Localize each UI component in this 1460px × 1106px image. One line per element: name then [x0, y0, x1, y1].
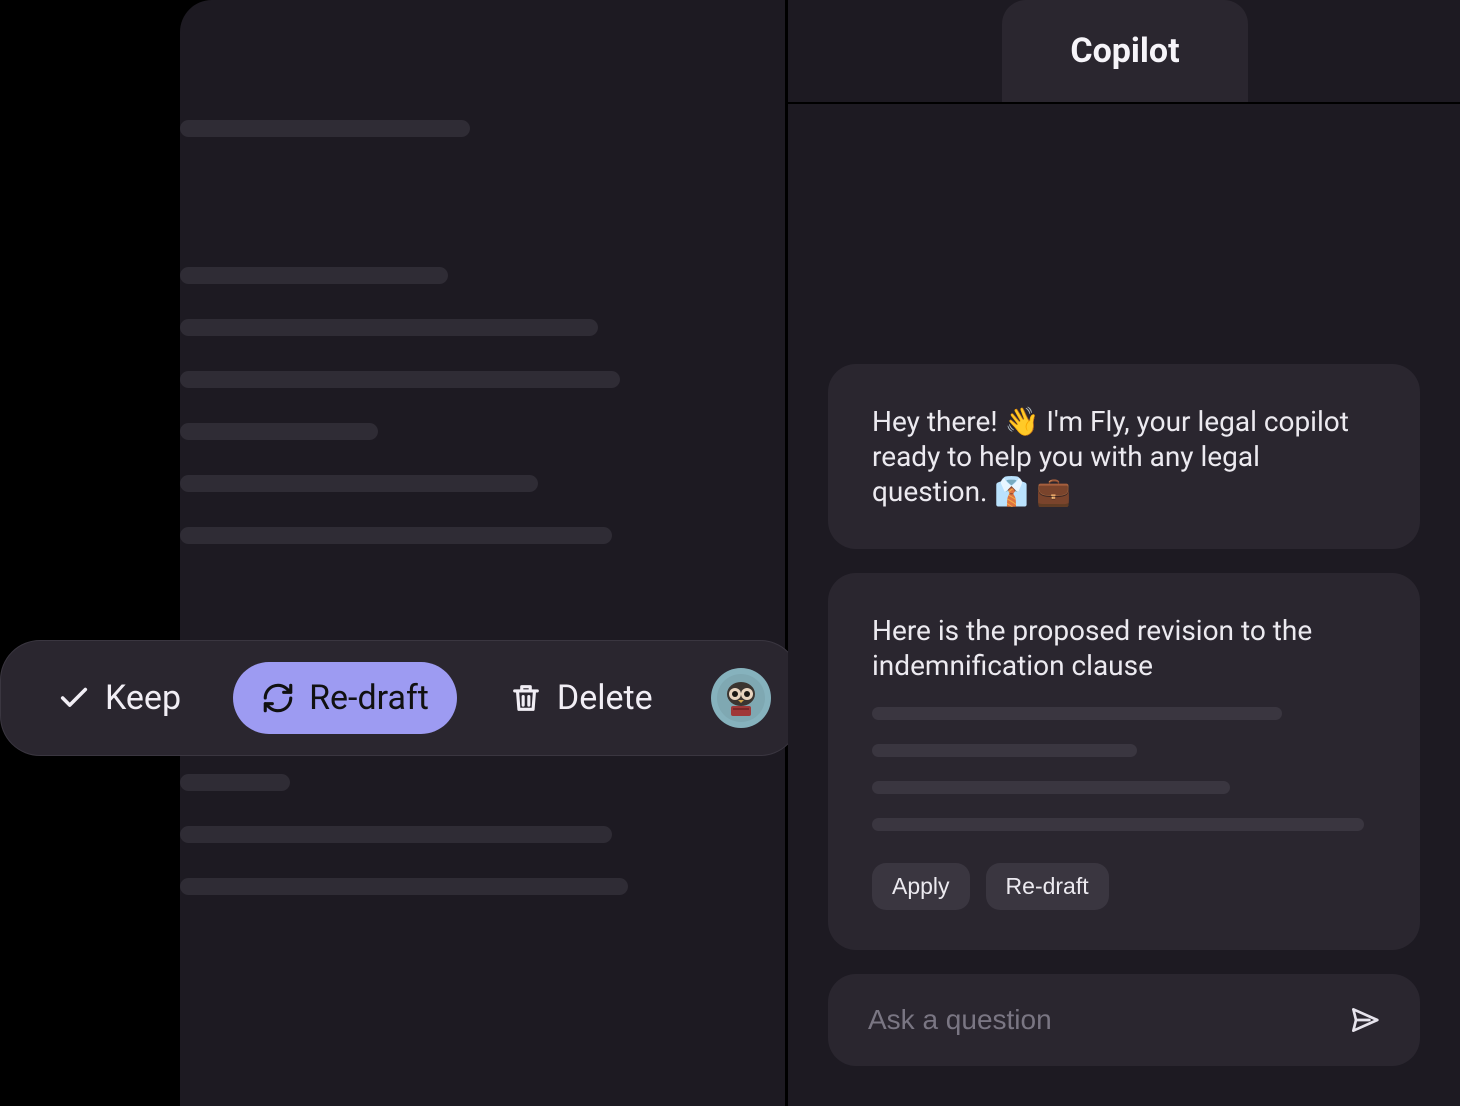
avatar[interactable] [711, 668, 771, 728]
check-icon [57, 681, 91, 715]
app-frame: Keep Re-draft Delete [180, 0, 1460, 1106]
refresh-icon [261, 681, 295, 715]
keep-label: Keep [105, 678, 181, 718]
owl-avatar-icon [717, 674, 765, 722]
text-placeholder [872, 818, 1364, 831]
text-placeholder [872, 744, 1137, 757]
document-panel: Keep Re-draft Delete [180, 0, 788, 1106]
delete-button[interactable]: Delete [481, 662, 681, 734]
message-actions: Apply Re-draft [872, 863, 1376, 910]
text-placeholder [872, 707, 1282, 720]
tab-label: Copilot [1070, 31, 1179, 71]
text-placeholder [180, 826, 612, 843]
chat-message: Here is the proposed revision to the ind… [828, 573, 1420, 950]
redraft-label: Re-draft [309, 678, 429, 718]
trash-icon [509, 681, 543, 715]
text-placeholder [180, 475, 538, 492]
delete-label: Delete [557, 678, 653, 718]
paragraph-placeholder [180, 267, 785, 544]
chat-message: Hey there! 👋 I'm Fly, your legal copilot… [828, 364, 1420, 549]
redraft-button[interactable]: Re-draft [233, 662, 457, 734]
chat-area: Hey there! 👋 I'm Fly, your legal copilot… [788, 102, 1460, 1106]
text-placeholder [180, 120, 470, 137]
redraft-message-button[interactable]: Re-draft [986, 863, 1109, 910]
text-placeholder [872, 781, 1230, 794]
text-placeholder [180, 267, 448, 284]
apply-button[interactable]: Apply [872, 863, 970, 910]
text-placeholder [180, 774, 290, 791]
text-placeholder [180, 371, 620, 388]
tab-copilot[interactable]: Copilot [1002, 0, 1248, 102]
keep-button[interactable]: Keep [29, 662, 209, 734]
send-icon[interactable] [1348, 1004, 1380, 1036]
tab-bar: Copilot [788, 0, 1460, 102]
paragraph-placeholder [180, 120, 785, 137]
paragraph-placeholder [180, 774, 785, 895]
message-text: Here is the proposed revision to the ind… [872, 613, 1376, 683]
text-placeholder [180, 319, 598, 336]
copilot-panel: Copilot Hey there! 👋 I'm Fly, your legal… [788, 0, 1460, 1106]
chat-input[interactable] [868, 1004, 1348, 1036]
inline-edit-toolbar: Keep Re-draft Delete [0, 640, 800, 756]
text-placeholder [180, 878, 628, 895]
text-placeholder [180, 423, 378, 440]
chat-input-row [828, 974, 1420, 1066]
message-text: Hey there! 👋 I'm Fly, your legal copilot… [872, 405, 1349, 508]
text-placeholder [180, 527, 612, 544]
